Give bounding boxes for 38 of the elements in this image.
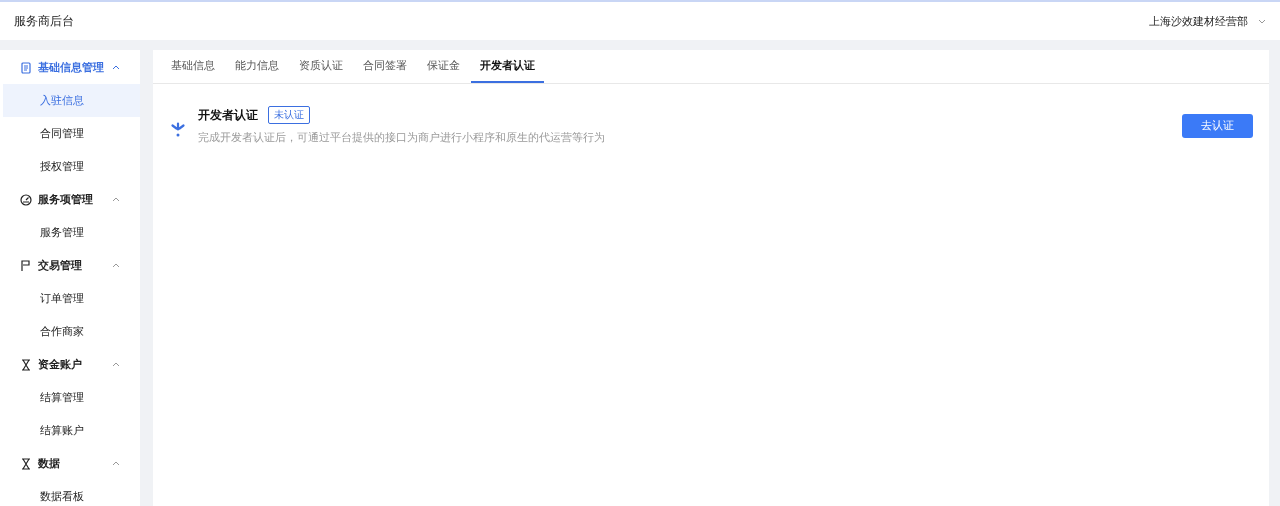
- tab[interactable]: 开发者认证: [471, 50, 544, 83]
- menu-group[interactable]: 服务项管理: [0, 183, 140, 216]
- certification-title: 开发者认证: [198, 107, 258, 123]
- chevron-down-icon: [1258, 18, 1266, 24]
- menu-item[interactable]: 数据看板: [3, 480, 140, 506]
- menu-group[interactable]: 数据: [0, 447, 140, 480]
- status-badge: 未认证: [268, 106, 310, 124]
- chevron-up-icon: [112, 263, 120, 268]
- menu-item[interactable]: 结算账户: [3, 414, 140, 447]
- menu-item[interactable]: 合作商家: [3, 315, 140, 348]
- menu-item[interactable]: 结算管理: [3, 381, 140, 414]
- certify-button[interactable]: 去认证: [1182, 113, 1253, 138]
- certification-description: 完成开发者认证后，可通过平台提供的接口为商户进行小程序和原生的代运营等行为: [198, 130, 606, 145]
- hourglass-icon: [20, 457, 32, 470]
- menu-item[interactable]: 服务管理: [3, 216, 140, 249]
- chevron-up-icon: [112, 65, 120, 70]
- menu-group[interactable]: 交易管理: [0, 249, 140, 282]
- hourglass-icon: [20, 358, 32, 371]
- menu-item[interactable]: 合同管理: [3, 117, 140, 150]
- tab[interactable]: 资质认证: [290, 50, 352, 83]
- menu-item[interactable]: 授权管理: [3, 150, 140, 183]
- gauge-icon: [20, 193, 32, 206]
- account-menu[interactable]: 上海沙效建材经营部: [1149, 13, 1266, 29]
- chevron-up-icon: [112, 362, 120, 367]
- flag-icon: [20, 259, 32, 272]
- document-icon: [20, 61, 32, 74]
- menu-item[interactable]: 入驻信息: [3, 84, 140, 117]
- menu-item[interactable]: 订单管理: [3, 282, 140, 315]
- tab[interactable]: 合同签署: [354, 50, 416, 83]
- tab[interactable]: 基础信息: [162, 50, 224, 83]
- chevron-up-icon: [112, 461, 120, 466]
- asterisk-icon: [170, 121, 186, 138]
- menu-group[interactable]: 基础信息管理: [0, 51, 140, 84]
- menu-group[interactable]: 资金账户: [0, 348, 140, 381]
- tab[interactable]: 保证金: [418, 50, 469, 83]
- tab[interactable]: 能力信息: [226, 50, 288, 83]
- app-title: 服务商后台: [14, 12, 74, 30]
- chevron-up-icon: [112, 197, 120, 202]
